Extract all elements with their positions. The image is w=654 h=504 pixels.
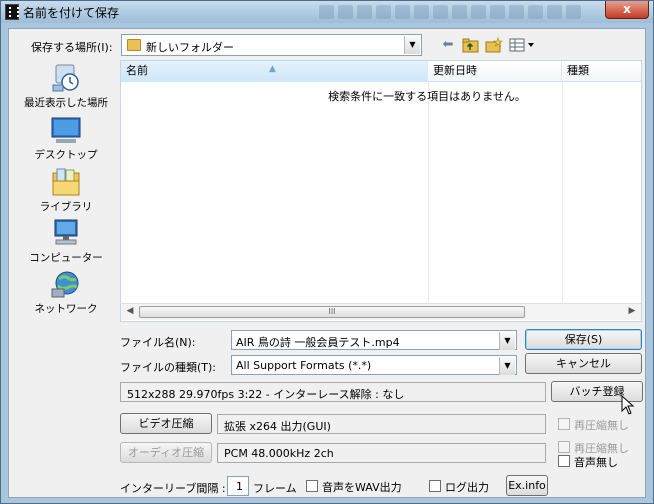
empty-list-message: 検索条件に一致する項目はありません。 [328, 90, 526, 103]
computer-icon [50, 218, 82, 248]
chevron-down-icon[interactable]: ▼ [499, 357, 515, 375]
title-bar[interactable]: 名前を付けて保存 x [1, 1, 653, 23]
audio-codec-field: PCM 48.000kHz 2ch [217, 443, 546, 463]
view-menu-icon[interactable] [509, 37, 537, 53]
dialog-body: 保存する場所(I): 新しいフォルダー ▼ ⬅ 最近表示した場所 デスクトップ … [8, 28, 646, 498]
no-audio-checkbox[interactable] [558, 455, 570, 467]
save-as-dialog: 名前を付けて保存 x 保存する場所(I): 新しいフォルダー ▼ ⬅ 最近表示し… [0, 0, 654, 504]
wav-output-checkbox[interactable] [306, 480, 318, 492]
toolbar-ghost-icons [319, 5, 581, 19]
scroll-left-icon[interactable]: ◀ [123, 306, 137, 316]
chevron-down-icon[interactable]: ▼ [404, 36, 420, 54]
audio-compress-button[interactable]: オーディオ圧縮 [120, 442, 212, 463]
column-header-name[interactable]: 名前 ▲ [121, 61, 428, 82]
file-list[interactable]: 名前 ▲ 更新日時 種類 検索条件に一致する項目はありません。 ◀ III ▶ [120, 60, 642, 322]
filetype-select[interactable]: All Support Formats (*.*) ▼ [231, 355, 517, 375]
back-arrow-icon[interactable]: ⬅ [439, 37, 457, 53]
network-icon [50, 269, 82, 299]
scrollbar-thumb[interactable]: III [139, 306, 525, 318]
recent-places-icon [50, 63, 82, 93]
video-codec-field: 拡張 x264 出力(GUI) [217, 414, 546, 434]
exinfo-button[interactable]: Ex.info [506, 475, 548, 496]
filename-label: ファイル名(N): [120, 336, 196, 349]
frames-label: フレーム [253, 482, 297, 495]
interleave-input[interactable]: 1 [227, 476, 249, 496]
save-in-label: 保存する場所(I): [31, 41, 113, 54]
save-in-dropdown[interactable]: 新しいフォルダー ▼ [121, 34, 422, 56]
column-header-type[interactable]: 種類 [562, 61, 641, 82]
log-output-checkbox[interactable] [429, 480, 441, 492]
window-title: 名前を付けて保存 [23, 6, 120, 20]
folder-icon [127, 39, 141, 51]
no-audio-label: 音声無し [574, 456, 618, 469]
interleave-label: インターリーブ間隔 : [120, 482, 226, 495]
filename-input[interactable]: AIR 鳥の詩 一般会員テスト.mp4 ▼ [231, 330, 517, 350]
place-recent[interactable]: 最近表示した場所 [12, 63, 120, 110]
place-computer[interactable]: コンピューター [12, 218, 120, 265]
filetype-label: ファイルの種類(T): [120, 361, 217, 374]
recompress-none-video-label: 再圧縮無し [574, 419, 629, 432]
column-header-row: 名前 ▲ 更新日時 種類 [121, 61, 641, 82]
up-folder-icon[interactable] [462, 37, 480, 53]
sort-ascending-icon: ▲ [269, 64, 276, 74]
scroll-right-icon[interactable]: ▶ [625, 306, 639, 316]
column-divider [562, 82, 563, 302]
log-output-label: ログ出力 [445, 481, 489, 494]
film-strip-icon [5, 4, 19, 20]
recompress-none-video-checkbox[interactable] [558, 418, 570, 430]
mouse-cursor-icon [621, 394, 635, 415]
cancel-button[interactable]: キャンセル [525, 353, 642, 374]
recompress-none-audio-checkbox[interactable] [558, 441, 570, 453]
column-header-date[interactable]: 更新日時 [428, 61, 562, 82]
place-libraries[interactable]: ライブラリ [12, 167, 120, 214]
save-button[interactable]: 保存(S) [525, 329, 642, 350]
wav-output-label: 音声をWAV出力 [322, 481, 402, 494]
close-button[interactable]: x [605, 1, 649, 19]
places-bar: 最近表示した場所 デスクトップ ライブラリ コンピューター ネットワーク [12, 60, 120, 315]
media-info-field: 512x288 29.970fps 3:22 - インターレース解除 : なし [120, 382, 546, 402]
new-folder-icon[interactable] [485, 37, 503, 53]
desktop-icon [50, 115, 82, 145]
video-compress-button[interactable]: ビデオ圧縮 [120, 413, 212, 434]
save-in-value: 新しいフォルダー [146, 41, 234, 54]
horizontal-scrollbar[interactable]: ◀ III ▶ [121, 303, 641, 320]
place-desktop[interactable]: デスクトップ [12, 115, 120, 162]
chevron-down-icon[interactable]: ▼ [499, 332, 515, 350]
libraries-icon [50, 167, 82, 197]
place-network[interactable]: ネットワーク [12, 269, 120, 316]
column-divider [428, 82, 429, 302]
